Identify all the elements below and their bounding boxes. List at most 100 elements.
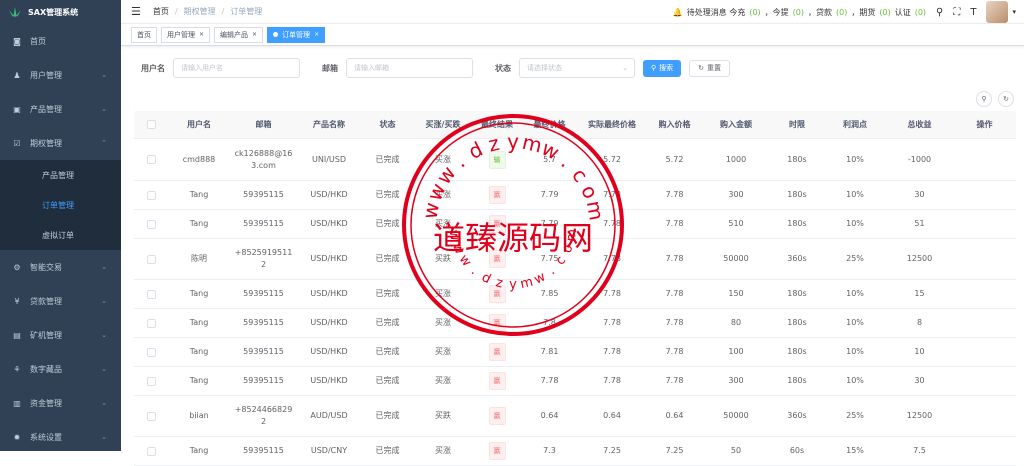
sidebar-item-t2[interactable]: ▣ 产品管理 ⌄ — [0, 92, 121, 126]
submenu-item[interactable]: 虚拟订单 — [0, 220, 121, 250]
search-icon[interactable]: ⚲ — [936, 7, 943, 18]
cell-buy: 7.78 — [665, 190, 684, 199]
column-header: 总收益 — [907, 119, 932, 129]
chevron-up-icon: ⌃ — [101, 139, 107, 147]
status-select[interactable]: 请选择状态 ⌄ — [519, 58, 635, 78]
cell-total: 30 — [914, 376, 925, 385]
breadcrumb-parent[interactable]: 期权管理 — [184, 6, 216, 17]
sidebar-item-label: 智能交易 — [30, 262, 62, 272]
sidebar-item-b4[interactable]: ▥ 资金管理 ⌄ — [0, 386, 121, 420]
row-select-cell — [134, 411, 168, 421]
cell-amount: 510 — [728, 219, 744, 228]
font-size-icon[interactable]: T — [970, 7, 976, 18]
sidebar-item-t3[interactable]: ☑ 期权管理 ⌃ — [0, 126, 121, 160]
cell-amount: 300 — [728, 376, 744, 385]
tab-tag[interactable]: 编辑产品 × — [214, 26, 264, 43]
column-header: 时限 — [789, 119, 805, 129]
notice-label: 待处理消息 今充 — [686, 7, 746, 17]
sidebar-item-t0[interactable]: ◙ 首页 — [0, 24, 121, 58]
table-row[interactable]: Tang 59395115 USD/CNY 已完成 买涨 赢 7.3 7.25 7.25 50 60… — [134, 437, 1016, 466]
cell-actual: 7.78 — [603, 219, 621, 228]
table-row[interactable]: Tang 59395115 USD/HKD 已完成 买涨 赢 7.8 7.78 7.78 80 18… — [134, 309, 1016, 338]
cell-profit: 15% — [846, 446, 864, 455]
table-row[interactable]: 陈明 +8525919511 2 USD/HKD 已完成 买跌 赢 7.75 7.78 7.78… — [134, 239, 1016, 280]
column-header: 邮箱 — [255, 119, 272, 129]
table-row[interactable]: Tang 59395115 USD/HKD 已完成 买涨 赢 7.79 7.78 7.78 510… — [134, 210, 1016, 239]
cell-product: USD/HKD — [310, 289, 348, 298]
cell-final: 7.81 — [540, 347, 559, 356]
row-checkbox[interactable] — [146, 411, 156, 421]
app-logo[interactable]: SAX管理系统 — [0, 0, 121, 24]
cell-amount: 50 — [730, 446, 742, 455]
cell-user: cmd888 — [182, 154, 216, 164]
sidebar-item-b3[interactable]: ⚘ 数字藏品 ⌄ — [0, 352, 121, 386]
sidebar-item-t1[interactable]: ♟ 用户管理 ⌄ — [0, 58, 121, 92]
row-select-cell — [134, 219, 168, 229]
cell-actual: 7.78 — [603, 376, 621, 385]
withdraw-count[interactable]: (0) — [793, 8, 804, 17]
toggle-search-button[interactable]: ⚲ — [976, 91, 992, 107]
email-input[interactable]: 请输入邮箱 — [346, 58, 473, 78]
search-button[interactable]: ⚲ 搜索 — [643, 59, 682, 77]
row-checkbox[interactable] — [146, 254, 156, 264]
hamburger-icon[interactable]: ☰ — [131, 5, 141, 18]
table-row[interactable]: biian +8524466829 2 AUD/USD 已完成 买跌 赢 0.64 0.64 0… — [134, 396, 1016, 437]
cell-period: 360s — [787, 254, 807, 263]
row-checkbox[interactable] — [146, 318, 156, 328]
table-row[interactable]: Tang 59395115 USD/HKD 已完成 买涨 赢 7.78 7.78 7.78 300… — [134, 367, 1016, 396]
cell-buy: 7.78 — [665, 347, 684, 356]
row-checkbox[interactable] — [146, 446, 156, 456]
table-row[interactable]: cmd888 ck126888@163.com UNI/USD 已完成 买涨 输 5.7 5.… — [134, 139, 1016, 181]
row-checkbox[interactable] — [146, 155, 156, 164]
row-checkbox[interactable] — [146, 289, 156, 299]
row-checkbox[interactable] — [146, 347, 156, 357]
cell-buy: 7.78 — [665, 219, 684, 228]
result-badge: 输 — [488, 150, 506, 169]
sidebar-item-b5[interactable]: ✹ 系统设置 ⌄ — [0, 420, 121, 454]
tab-tag[interactable]: 用户管理 × — [161, 26, 211, 43]
breadcrumb-home[interactable]: 首页 — [153, 6, 169, 17]
bell-icon[interactable]: 🔔 — [673, 8, 683, 17]
cell-status: 已完成 — [375, 154, 400, 164]
cell-profit: 25% — [846, 254, 864, 263]
reset-button[interactable]: ↻ 重置 — [689, 59, 731, 77]
wallet-icon: ▥ — [13, 398, 21, 408]
close-icon[interactable]: × — [252, 31, 257, 38]
sidebar-item-b2[interactable]: ▤ 矿机管理 ⌄ — [0, 318, 121, 352]
row-select-cell — [134, 318, 168, 328]
refresh-button[interactable]: ↻ — [998, 91, 1014, 107]
row-checkbox[interactable] — [146, 190, 156, 200]
cell-period: 180s — [787, 318, 807, 327]
sidebar-item-b0[interactable]: ⚙ 智能交易 ⌄ — [0, 250, 121, 284]
collection-icon: ⚘ — [13, 364, 21, 374]
tab-tag[interactable]: 首页 — [131, 26, 157, 43]
username-input[interactable]: 请输入用户名 — [173, 58, 300, 78]
cell-result: 赢 — [472, 442, 522, 460]
fullscreen-icon[interactable]: ⛶ — [953, 7, 960, 18]
row-checkbox[interactable] — [146, 376, 156, 386]
row-checkbox[interactable] — [146, 219, 156, 229]
close-icon[interactable]: × — [199, 31, 204, 38]
table-row[interactable]: Tang 59395115 USD/HKD 已完成 买涨 赢 7.85 7.78 7.78 150… — [134, 280, 1016, 309]
table-row[interactable]: Tang 59395115 USD/HKD 已完成 买涨 赢 7.79 7.78 7.78 300… — [134, 181, 1016, 210]
tab-tag[interactable]: 订单管理 × — [267, 26, 326, 43]
cell-status: 已完成 — [375, 347, 400, 356]
cell-final: 7.78 — [540, 376, 559, 385]
sidebar-item-b1[interactable]: ¥ 贷款管理 ⌄ — [0, 284, 121, 318]
column-header: 最终价格 — [533, 119, 566, 129]
tag-label: 用户管理 — [167, 30, 195, 39]
chevron-down-icon[interactable]: ▾ — [1012, 8, 1016, 16]
cell-period: 180s — [787, 154, 807, 164]
submenu-item[interactable]: 产品管理 — [0, 160, 121, 190]
avatar[interactable] — [986, 1, 1009, 23]
close-icon[interactable]: × — [314, 31, 319, 38]
futures-count[interactable]: (0) — [879, 8, 890, 17]
select-all-checkbox[interactable] — [146, 120, 156, 129]
table-row[interactable]: Tang 59395115 USD/HKD 已完成 买涨 赢 7.81 7.78 7.78 100… — [134, 338, 1016, 367]
money-icon: ¥ — [14, 296, 20, 306]
verify-count[interactable]: (0) — [915, 8, 926, 17]
loan-count[interactable]: (0) — [836, 8, 847, 17]
recharge-count[interactable]: (0) — [749, 8, 760, 17]
submenu-item[interactable]: 订单管理 — [0, 190, 121, 220]
column-header: 最终结果 — [481, 119, 513, 129]
